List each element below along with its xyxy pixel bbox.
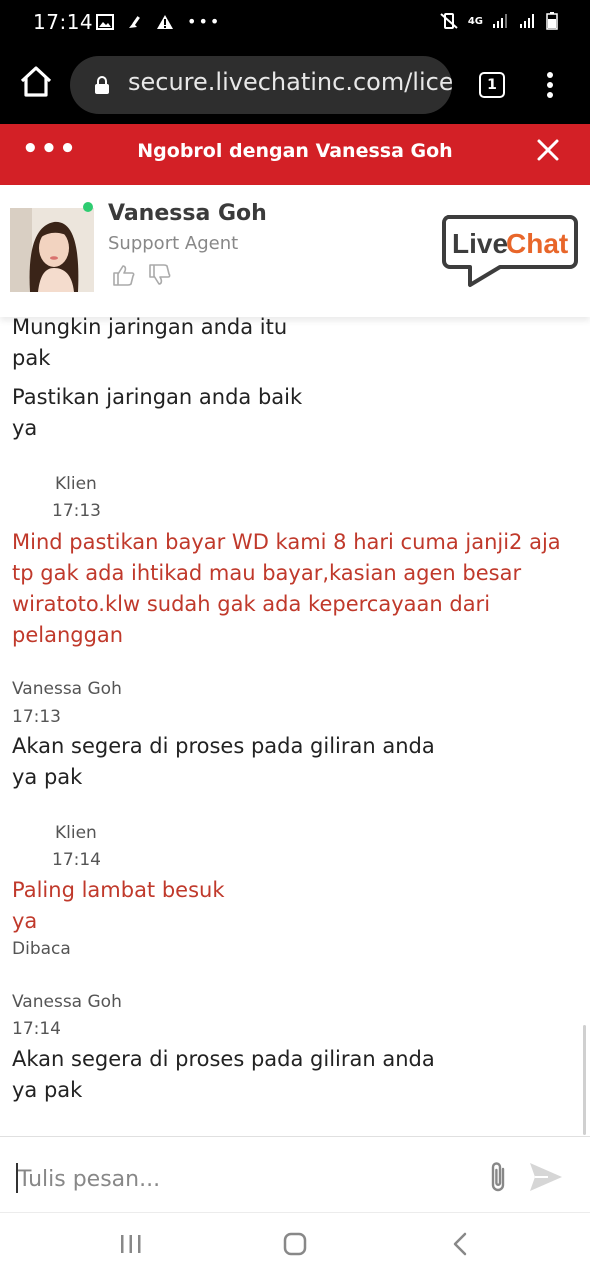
svg-text:Chat: Chat	[506, 228, 568, 259]
message-sender: Vanessa Goh	[12, 992, 122, 1012]
warning-icon	[157, 14, 173, 29]
agent-message: Akan segera di proses pada giliran anda …	[12, 734, 435, 789]
url-text[interactable]: secure.livechatinc.com/lice	[128, 68, 452, 96]
agent-message: Akan segera di proses pada giliran anda …	[12, 1047, 435, 1102]
message-time: 17:14	[12, 1019, 61, 1039]
rating-buttons	[112, 263, 172, 287]
status-bar: 17:14 ••• 4G	[0, 0, 590, 46]
agent-message: Pastikan jaringan anda baik ya	[12, 385, 303, 440]
agent-message: Mungkin jaringan anda itu pak	[12, 315, 288, 370]
message-sender: Vanessa Goh	[12, 679, 122, 699]
message-input[interactable]	[16, 1163, 460, 1195]
send-icon[interactable]	[528, 1161, 564, 1193]
agent-role: Support Agent	[108, 233, 239, 254]
gallery-icon	[96, 13, 114, 30]
address-bar[interactable]: secure.livechatinc.com/lice	[70, 56, 452, 114]
chat-header: ••• Ngobrol dengan Vanessa Goh	[0, 124, 590, 185]
notification-icons: •••	[96, 12, 221, 31]
vibrate-mute-icon	[440, 13, 458, 29]
agent-avatar	[10, 208, 94, 292]
agent-info-bar: Vanessa Goh Support Agent Live Chat	[0, 185, 590, 317]
broom-icon	[129, 15, 140, 28]
recent-apps-icon[interactable]	[118, 1231, 144, 1257]
signal-2-icon	[520, 14, 534, 28]
livechat-logo: Live Chat	[442, 215, 578, 287]
agent-name: Vanessa Goh	[108, 201, 267, 226]
svg-text:Live: Live	[452, 228, 508, 259]
thumbs-up-icon[interactable]	[112, 263, 136, 287]
close-icon[interactable]	[536, 138, 560, 162]
client-message: Paling lambat besuk ya	[12, 878, 225, 933]
chat-title: Ngobrol dengan Vanessa Goh	[137, 140, 453, 162]
message-sender: Klien	[55, 474, 97, 494]
thumbs-down-icon[interactable]	[148, 263, 172, 287]
tab-switcher-button[interactable]: 1	[479, 72, 505, 98]
paperclip-icon[interactable]	[486, 1159, 510, 1193]
read-receipt: Dibaca	[12, 939, 71, 959]
online-status-dot	[83, 202, 93, 212]
message-list: Mungkin jaringan anda itu pak Pastikan j…	[0, 315, 590, 1137]
back-nav-icon[interactable]	[448, 1231, 474, 1257]
home-icon[interactable]	[16, 62, 56, 102]
battery-icon	[546, 12, 558, 30]
text-caret	[16, 1163, 18, 1193]
overflow-menu-icon[interactable]	[540, 70, 560, 100]
message-time: 17:14	[52, 850, 101, 870]
network-type: 4G	[467, 15, 483, 27]
system-navigation-bar	[0, 1212, 590, 1281]
message-sender: Klien	[55, 823, 97, 843]
message-time: 17:13	[12, 707, 61, 727]
home-nav-icon[interactable]	[282, 1231, 308, 1257]
signal-icon	[493, 14, 507, 28]
client-message: Mind pastikan bayar WD kami 8 hari cuma …	[12, 530, 561, 647]
status-time: 17:14	[33, 10, 94, 34]
browser-toolbar: secure.livechatinc.com/lice 1	[0, 46, 590, 124]
lock-icon	[95, 76, 109, 94]
message-composer	[0, 1136, 590, 1213]
message-time: 17:13	[52, 501, 101, 521]
scrollbar[interactable]	[583, 1025, 586, 1135]
system-icons: 4G	[439, 12, 558, 30]
more-notifications-icon: •••	[187, 12, 222, 31]
